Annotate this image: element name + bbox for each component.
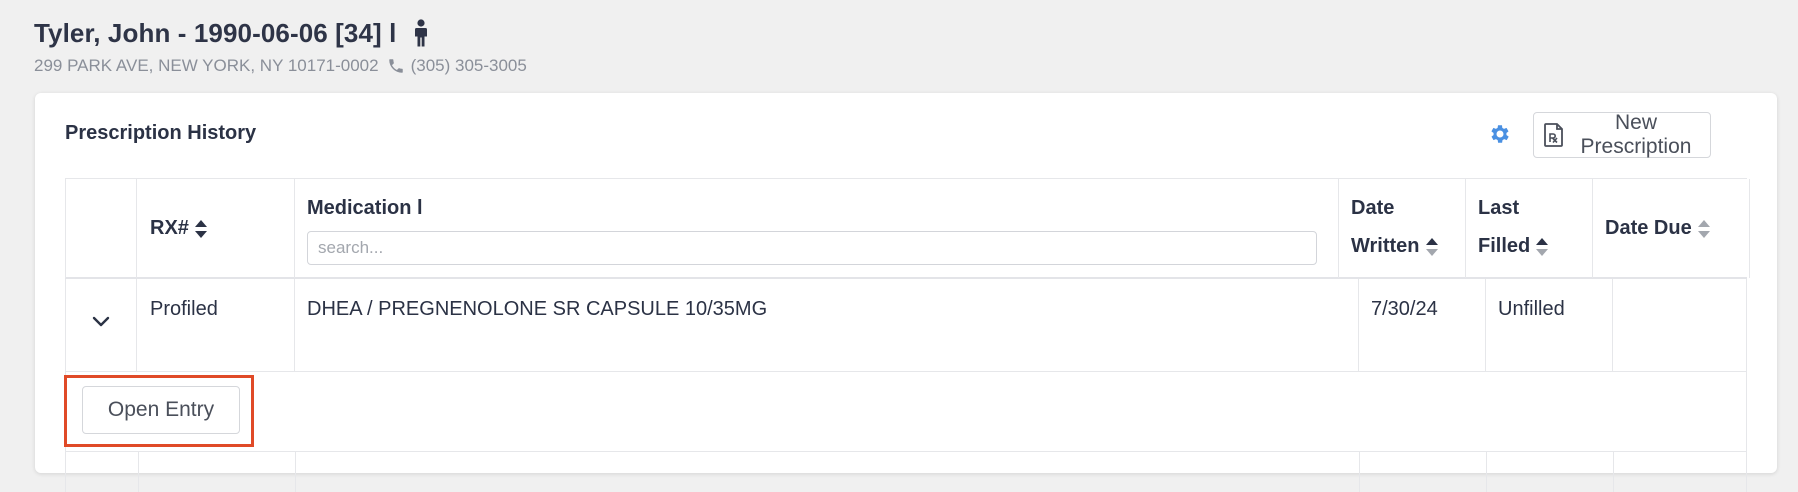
stub-cell: [1486, 452, 1614, 492]
person-icon: [414, 19, 428, 47]
header-date-written-line2: Written: [1351, 235, 1420, 257]
patient-header: Tyler, John - 1990-06-06 [34] l 299 PARK…: [34, 16, 527, 76]
cell-date-due: [1613, 279, 1747, 371]
header-medication-label: Medication l: [307, 197, 423, 219]
patient-name-row: Tyler, John - 1990-06-06 [34] l: [34, 16, 527, 50]
table-row[interactable]: Profiled DHEA / PREGNENOLONE SR CAPSULE …: [65, 279, 1747, 372]
stub-cell: [1613, 452, 1747, 492]
cell-date-written: 7/30/24: [1359, 279, 1486, 371]
header-date-written[interactable]: Date Written: [1339, 179, 1466, 278]
cell-medication: DHEA / PREGNENOLONE SR CAPSULE 10/35MG: [295, 279, 1359, 371]
open-entry-button[interactable]: Open Entry: [82, 386, 240, 434]
row-expand-cell: [65, 279, 137, 371]
settings-button[interactable]: [1487, 121, 1513, 147]
cell-last-filled: Unfilled: [1486, 279, 1613, 371]
header-medication: Medication l: [295, 179, 1339, 278]
medication-search-input[interactable]: [307, 231, 1317, 265]
header-date-due-label: Date Due: [1605, 217, 1692, 239]
header-rx[interactable]: RX#: [137, 179, 295, 278]
new-prescription-label: New Prescription: [1580, 111, 1692, 158]
new-prescription-button[interactable]: New Prescription: [1533, 111, 1711, 158]
header-date-written-line1: Date: [1351, 197, 1395, 219]
header-rx-label: RX#: [150, 217, 189, 239]
header-last-filled-line2: Filled: [1478, 235, 1531, 257]
table-header: RX# Medication l Date Written: [65, 178, 1750, 279]
patient-phone: (305) 305-3005: [410, 56, 527, 75]
sort-icon[interactable]: [1535, 237, 1549, 257]
stub-cell: [65, 452, 139, 492]
patient-address: 299 PARK AVE, NEW YORK, NY 10171-0002: [34, 56, 379, 75]
header-date-due[interactable]: Date Due: [1593, 179, 1750, 278]
patient-name: Tyler, John - 1990-06-06 [34] l: [34, 17, 397, 48]
gear-icon: [1488, 122, 1512, 146]
header-last-filled[interactable]: Last Filled: [1466, 179, 1593, 278]
sort-icon[interactable]: [194, 219, 208, 239]
patient-meta: 299 PARK AVE, NEW YORK, NY 10171-0002 (3…: [34, 56, 527, 76]
stub-cell: [295, 452, 1360, 492]
cell-rx: Profiled: [137, 279, 295, 371]
expand-row-button[interactable]: [90, 311, 112, 333]
prescription-table: RX# Medication l Date Written: [64, 178, 1750, 492]
prescription-history-card: Prescription History New Prescription RX…: [35, 93, 1777, 492]
chevron-down-icon: [92, 316, 110, 328]
expanded-row-actions: Open Entry: [64, 372, 1747, 452]
phone-icon: [387, 57, 405, 75]
prescription-document-icon: [1544, 123, 1564, 147]
stub-cell: [1359, 452, 1487, 492]
header-last-filled-line1: Last: [1478, 197, 1520, 219]
sort-icon[interactable]: [1697, 219, 1711, 239]
header-expand-col: [65, 179, 137, 278]
card-title: Prescription History: [65, 122, 257, 144]
sort-icon[interactable]: [1425, 237, 1439, 257]
stub-cell: [137, 452, 296, 492]
next-table-row: [65, 452, 1747, 492]
